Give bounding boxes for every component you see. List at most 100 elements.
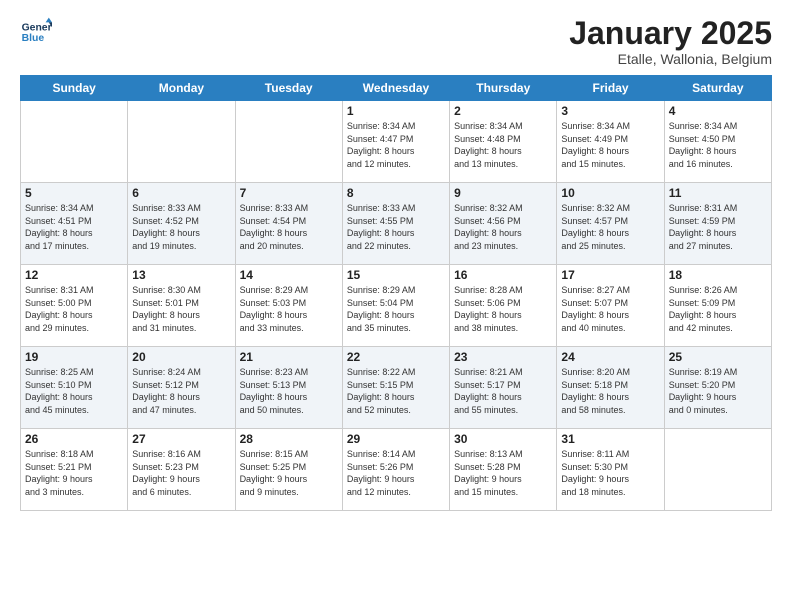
cell-info: Sunrise: 8:23 AM Sunset: 5:13 PM Dayligh…	[240, 366, 338, 416]
cell-date: 26	[25, 432, 123, 446]
table-row	[235, 101, 342, 183]
table-row	[128, 101, 235, 183]
table-row: 5 Sunrise: 8:34 AM Sunset: 4:51 PM Daylig…	[21, 183, 128, 265]
table-row: 14 Sunrise: 8:29 AM Sunset: 5:03 PM Dayli…	[235, 265, 342, 347]
table-row: 25Sunrise: 8:19 AM Sunset: 5:20 PM Dayli…	[664, 347, 771, 429]
cell-date: 1	[347, 104, 445, 118]
cell-date: 5	[25, 186, 123, 200]
calendar-table: Sunday Monday Tuesday Wednesday Thursday…	[20, 75, 772, 511]
cell-date: 29	[347, 432, 445, 446]
table-row: 19 Sunrise: 8:25 AM Sunset: 5:10 PM Dayli…	[21, 347, 128, 429]
svg-text:Blue: Blue	[22, 33, 45, 44]
table-row: 6 Sunrise: 8:33 AM Sunset: 4:52 PM Daylig…	[128, 183, 235, 265]
cell-date: 12	[25, 268, 123, 282]
table-row: 27 Sunrise: 8:16 AM Sunset: 5:23 PM Dayli…	[128, 429, 235, 511]
table-row: 22 Sunrise: 8:22 AM Sunset: 5:15 PM Dayli…	[342, 347, 449, 429]
table-row: 8 Sunrise: 8:33 AM Sunset: 4:55 PM Daylig…	[342, 183, 449, 265]
table-row: 2 Sunrise: 8:34 AM Sunset: 4:48 PM Daylig…	[450, 101, 557, 183]
cell-date: 25	[669, 350, 767, 364]
header-friday: Friday	[557, 76, 664, 101]
cell-info: Sunrise: 8:33 AM Sunset: 4:52 PM Dayligh…	[132, 202, 230, 252]
table-row: 26Sunrise: 8:18 AM Sunset: 5:21 PM Dayli…	[21, 429, 128, 511]
cell-info: Sunrise: 8:34 AM Sunset: 4:48 PM Dayligh…	[454, 120, 552, 170]
cell-info: Sunrise: 8:29 AM Sunset: 5:03 PM Dayligh…	[240, 284, 338, 334]
table-row: 29 Sunrise: 8:14 AM Sunset: 5:26 PM Dayli…	[342, 429, 449, 511]
header-tuesday: Tuesday	[235, 76, 342, 101]
cell-date: 27	[132, 432, 230, 446]
cell-info: Sunrise: 8:28 AM Sunset: 5:06 PM Dayligh…	[454, 284, 552, 334]
table-row: 18 Sunrise: 8:26 AM Sunset: 5:09 PM Dayli…	[664, 265, 771, 347]
table-row: 3Sunrise: 8:34 AM Sunset: 4:49 PM Daylig…	[557, 101, 664, 183]
cell-info: Sunrise: 8:13 AM Sunset: 5:28 PM Dayligh…	[454, 448, 552, 498]
cell-info: Sunrise: 8:34 AM Sunset: 4:51 PM Dayligh…	[25, 202, 123, 252]
cell-info: Sunrise: 8:32 AM Sunset: 4:56 PM Dayligh…	[454, 202, 552, 252]
cell-date: 8	[347, 186, 445, 200]
calendar-week-row: 19 Sunrise: 8:25 AM Sunset: 5:10 PM Dayli…	[21, 347, 772, 429]
page-subtitle: Etalle, Wallonia, Belgium	[569, 51, 772, 67]
table-row: 10 Sunrise: 8:32 AM Sunset: 4:57 PM Dayli…	[557, 183, 664, 265]
cell-date: 9	[454, 186, 552, 200]
table-row: 31 Sunrise: 8:11 AM Sunset: 5:30 PM Dayli…	[557, 429, 664, 511]
cell-info: Sunrise: 8:24 AM Sunset: 5:12 PM Dayligh…	[132, 366, 230, 416]
cell-info: Sunrise: 8:14 AM Sunset: 5:26 PM Dayligh…	[347, 448, 445, 498]
header-thursday: Thursday	[450, 76, 557, 101]
table-row: 1Sunrise: 8:34 AM Sunset: 4:47 PM Daylig…	[342, 101, 449, 183]
table-row: 28 Sunrise: 8:15 AM Sunset: 5:25 PM Dayli…	[235, 429, 342, 511]
cell-info: Sunrise: 8:15 AM Sunset: 5:25 PM Dayligh…	[240, 448, 338, 498]
header-wednesday: Wednesday	[342, 76, 449, 101]
svg-text:General: General	[22, 22, 52, 33]
cell-date: 13	[132, 268, 230, 282]
cell-date: 22	[347, 350, 445, 364]
table-row: 30 Sunrise: 8:13 AM Sunset: 5:28 PM Dayli…	[450, 429, 557, 511]
cell-date: 21	[240, 350, 338, 364]
table-row: 9 Sunrise: 8:32 AM Sunset: 4:56 PM Daylig…	[450, 183, 557, 265]
table-row: 24 Sunrise: 8:20 AM Sunset: 5:18 PM Dayli…	[557, 347, 664, 429]
table-row: 20 Sunrise: 8:24 AM Sunset: 5:12 PM Dayli…	[128, 347, 235, 429]
cell-date: 20	[132, 350, 230, 364]
cell-date: 30	[454, 432, 552, 446]
cell-date: 16	[454, 268, 552, 282]
cell-date: 10	[561, 186, 659, 200]
cell-info: Sunrise: 8:25 AM Sunset: 5:10 PM Dayligh…	[25, 366, 123, 416]
cell-info: Sunrise: 8:33 AM Sunset: 4:55 PM Dayligh…	[347, 202, 445, 252]
header-sunday: Sunday	[21, 76, 128, 101]
cell-info: Sunrise: 8:31 AM Sunset: 4:59 PM Dayligh…	[669, 202, 767, 252]
cell-date: 18	[669, 268, 767, 282]
cell-info: Sunrise: 8:21 AM Sunset: 5:17 PM Dayligh…	[454, 366, 552, 416]
cell-info: Sunrise: 8:11 AM Sunset: 5:30 PM Dayligh…	[561, 448, 659, 498]
cell-info: Sunrise: 8:34 AM Sunset: 4:49 PM Dayligh…	[561, 120, 659, 170]
cell-info: Sunrise: 8:16 AM Sunset: 5:23 PM Dayligh…	[132, 448, 230, 498]
cell-info: Sunrise: 8:27 AM Sunset: 5:07 PM Dayligh…	[561, 284, 659, 334]
cell-date: 17	[561, 268, 659, 282]
page-title: January 2025	[569, 16, 772, 51]
cell-info: Sunrise: 8:26 AM Sunset: 5:09 PM Dayligh…	[669, 284, 767, 334]
calendar-week-row: 1Sunrise: 8:34 AM Sunset: 4:47 PM Daylig…	[21, 101, 772, 183]
table-row: 7Sunrise: 8:33 AM Sunset: 4:54 PM Daylig…	[235, 183, 342, 265]
table-row: 21 Sunrise: 8:23 AM Sunset: 5:13 PM Dayli…	[235, 347, 342, 429]
table-row: 4Sunrise: 8:34 AM Sunset: 4:50 PM Daylig…	[664, 101, 771, 183]
table-row: 23 Sunrise: 8:21 AM Sunset: 5:17 PM Dayli…	[450, 347, 557, 429]
cell-date: 14	[240, 268, 338, 282]
cell-date: 28	[240, 432, 338, 446]
table-row: 11 Sunrise: 8:31 AM Sunset: 4:59 PM Dayli…	[664, 183, 771, 265]
cell-info: Sunrise: 8:29 AM Sunset: 5:04 PM Dayligh…	[347, 284, 445, 334]
cell-date: 11	[669, 186, 767, 200]
title-block: January 2025 Etalle, Wallonia, Belgium	[569, 16, 772, 67]
logo-icon: General Blue	[20, 16, 52, 48]
cell-info: Sunrise: 8:32 AM Sunset: 4:57 PM Dayligh…	[561, 202, 659, 252]
cell-date: 23	[454, 350, 552, 364]
cell-date: 7	[240, 186, 338, 200]
cell-date: 31	[561, 432, 659, 446]
cell-date: 2	[454, 104, 552, 118]
cell-info: Sunrise: 8:20 AM Sunset: 5:18 PM Dayligh…	[561, 366, 659, 416]
header-monday: Monday	[128, 76, 235, 101]
cell-date: 6	[132, 186, 230, 200]
cell-info: Sunrise: 8:22 AM Sunset: 5:15 PM Dayligh…	[347, 366, 445, 416]
cell-date: 24	[561, 350, 659, 364]
weekday-header-row: Sunday Monday Tuesday Wednesday Thursday…	[21, 76, 772, 101]
calendar-week-row: 26Sunrise: 8:18 AM Sunset: 5:21 PM Dayli…	[21, 429, 772, 511]
table-row: 17 Sunrise: 8:27 AM Sunset: 5:07 PM Dayli…	[557, 265, 664, 347]
cell-date: 4	[669, 104, 767, 118]
table-row: 15Sunrise: 8:29 AM Sunset: 5:04 PM Dayli…	[342, 265, 449, 347]
cell-date: 19	[25, 350, 123, 364]
